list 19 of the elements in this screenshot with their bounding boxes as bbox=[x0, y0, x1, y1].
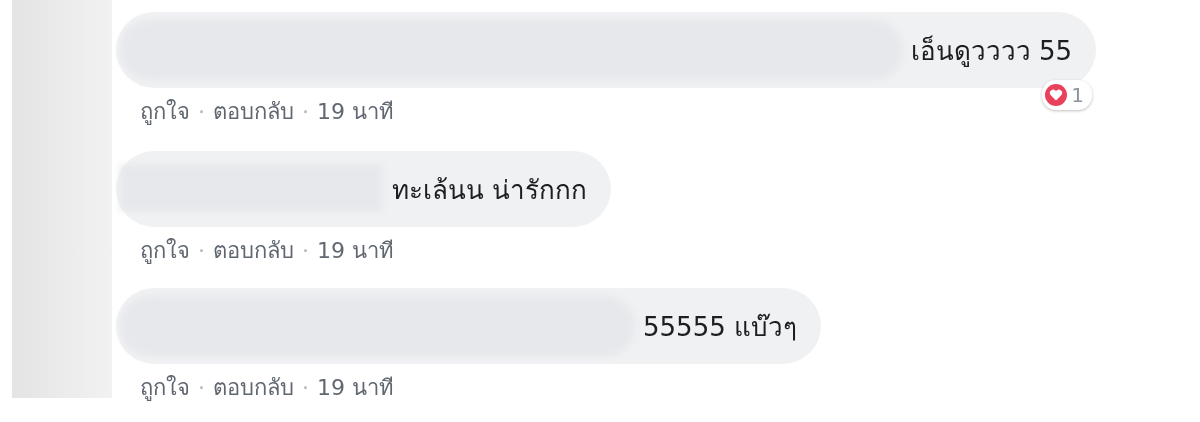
timestamp[interactable]: 19 นาที bbox=[317, 233, 394, 268]
separator-dot: · bbox=[302, 238, 309, 263]
action-link[interactable]: ถูกใจ bbox=[140, 233, 190, 268]
action-link[interactable]: ถูกใจ bbox=[140, 94, 190, 129]
action-link[interactable]: ตอบกลับ bbox=[213, 94, 294, 129]
action-link[interactable]: ตอบกลับ bbox=[213, 370, 294, 405]
separator-dot: · bbox=[198, 99, 205, 124]
separator-dot: · bbox=[198, 375, 205, 400]
reaction-badge[interactable]: 1 bbox=[1042, 80, 1092, 110]
comment-text: เอ็นดูวววว 55 bbox=[910, 34, 1072, 69]
comment-text: ทะเล้นน น่ารักกก bbox=[391, 173, 587, 207]
separator-dot: · bbox=[302, 375, 309, 400]
timestamp[interactable]: 19 นาที bbox=[317, 370, 394, 405]
action-link[interactable]: ถูกใจ bbox=[140, 370, 190, 405]
separator-dot: · bbox=[198, 238, 205, 263]
timestamp[interactable]: 19 นาที bbox=[317, 94, 394, 129]
action-link[interactable]: ตอบกลับ bbox=[213, 233, 294, 268]
comment-text: 55555 แบ๊วๆ bbox=[643, 310, 797, 344]
separator-dot: · bbox=[302, 99, 309, 124]
